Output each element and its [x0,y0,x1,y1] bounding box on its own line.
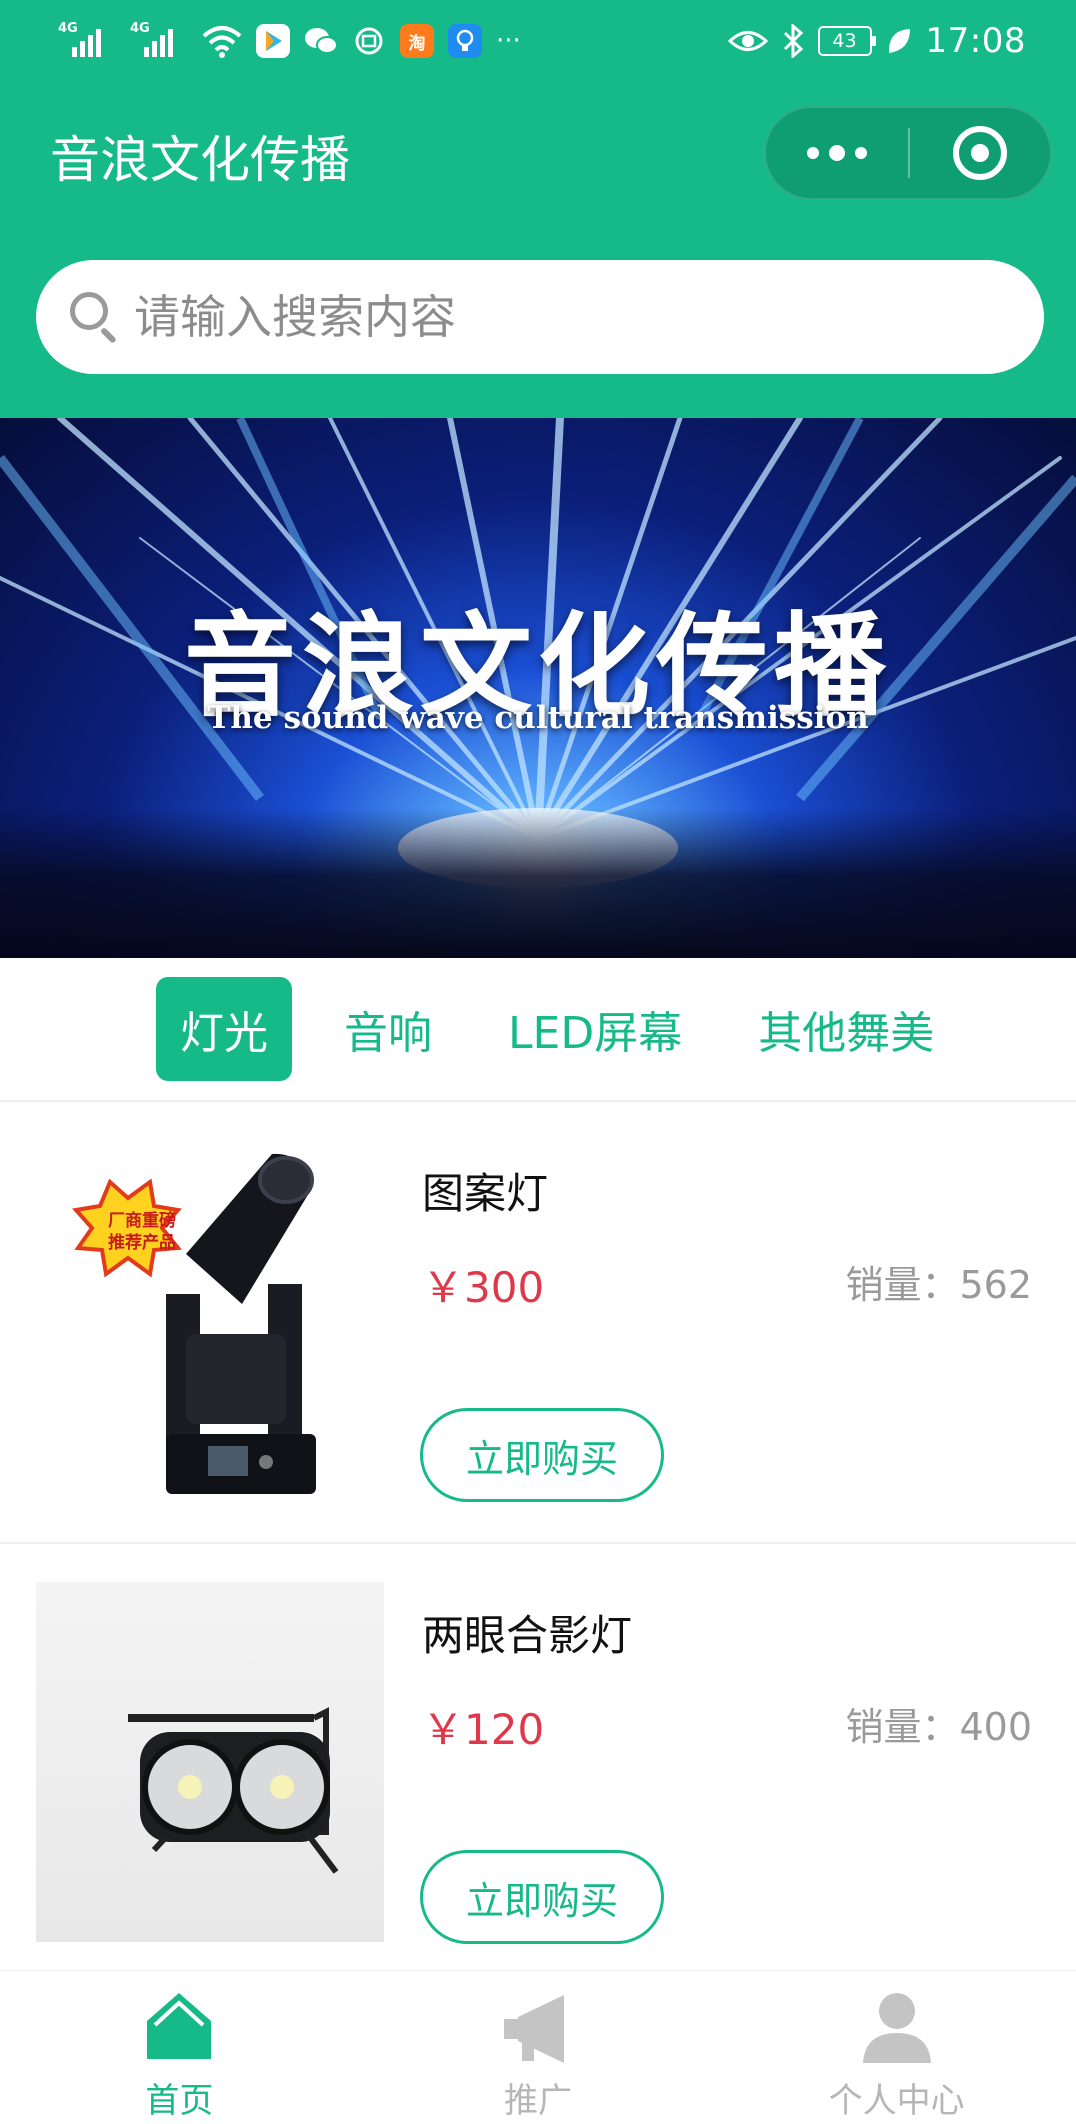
banner-subtitle: The sound wave cultural transmission [207,700,869,736]
wifi-icon [202,26,242,58]
buy-now-button[interactable]: 立即购买 [420,1408,664,1502]
tab-profile-label: 个人中心 [828,2081,965,2121]
tab-promotion-label: 推广 [504,2081,572,2121]
product-item[interactable]: 两眼合影灯 ￥120 销量：400 立即购买 [0,1546,1076,1986]
tab-promotion[interactable]: 推广 [359,1971,718,2124]
buy-now-button[interactable]: 立即购买 [420,1850,664,1944]
app-icon [352,24,386,58]
user-icon [859,1989,935,2065]
header-bar: 4G 4G 淘 ··· 43 17:08 音浪文化传播 请输入搜索内容 [0,0,1076,418]
home-icon [141,1989,217,2065]
target-icon [953,126,1007,180]
search-icon [70,292,120,344]
product-sales: 销量：562 [845,1263,1032,1307]
status-right: 43 17:08 [727,18,1026,64]
more-menu-button[interactable] [766,108,908,198]
product-sales: 销量：400 [845,1705,1032,1749]
miniprogram-capsule [764,106,1052,200]
megaphone-icon [500,1989,576,2065]
tab-led-screen[interactable]: LED屏幕 [484,977,706,1081]
clock: 17:08 [925,21,1026,61]
product-price: ￥300 [422,1263,545,1312]
eye-icon [727,31,768,51]
product-image[interactable]: 厂商重磅 推荐产品 [36,1134,388,1514]
more-notifications-icon: ··· [496,26,521,56]
tab-home[interactable]: 首页 [0,1971,359,2124]
tab-profile[interactable]: 个人中心 [717,1971,1076,2124]
wechat-icon [304,24,338,58]
product-price: ￥120 [422,1705,545,1754]
tab-home-label: 首页 [145,2081,214,2121]
promo-badge-line: 厂商重磅 [108,1211,176,1231]
tab-audio[interactable]: 音响 [320,977,456,1081]
tab-other-stage[interactable]: 其他舞美 [734,977,958,1081]
moving-head-light-image [72,1153,316,1494]
taobao-icon: 淘 [400,24,434,58]
page-title: 音浪文化传播 [50,131,350,189]
battery-level: 43 [832,30,857,52]
product-image[interactable] [36,1582,384,1942]
promo-badge-line: 推荐产品 [108,1233,176,1253]
blinder-light-image [128,1707,339,1874]
search-input[interactable] [134,290,954,344]
close-miniprogram-button[interactable] [910,126,1050,180]
tab-lighting[interactable]: 灯光 [156,977,292,1081]
promo-badge: 厂商重磅 推荐产品 [96,1210,188,1254]
bluetooth-icon [783,24,803,58]
leaf-icon [888,29,910,53]
bulb-app-icon [448,24,482,58]
video-app-icon [256,24,290,58]
banner[interactable]: 音浪文化传播 The sound wave cultural transmiss… [0,418,1076,958]
signal-icon: 4G [130,21,188,61]
product-name: 两眼合影灯 [422,1611,633,1660]
product-item[interactable]: 厂商重磅 推荐产品 图案灯 ￥300 销量：562 立即购买 [0,1104,1076,1544]
product-name: 图案灯 [422,1169,549,1218]
battery-icon: 43 [817,26,876,56]
status-left: 4G 4G 淘 ··· [58,18,521,64]
crowd-silhouette [0,808,1076,958]
signal-icon: 4G [58,21,116,61]
category-tabs: 灯光 音响 LED屏幕 其他舞美 [0,958,1076,1102]
search-bar[interactable] [36,260,1044,374]
bottom-tab-bar: 首页 推广 个人中心 [0,1970,1076,2124]
status-bar: 4G 4G 淘 ··· 43 17:08 [0,0,1076,82]
